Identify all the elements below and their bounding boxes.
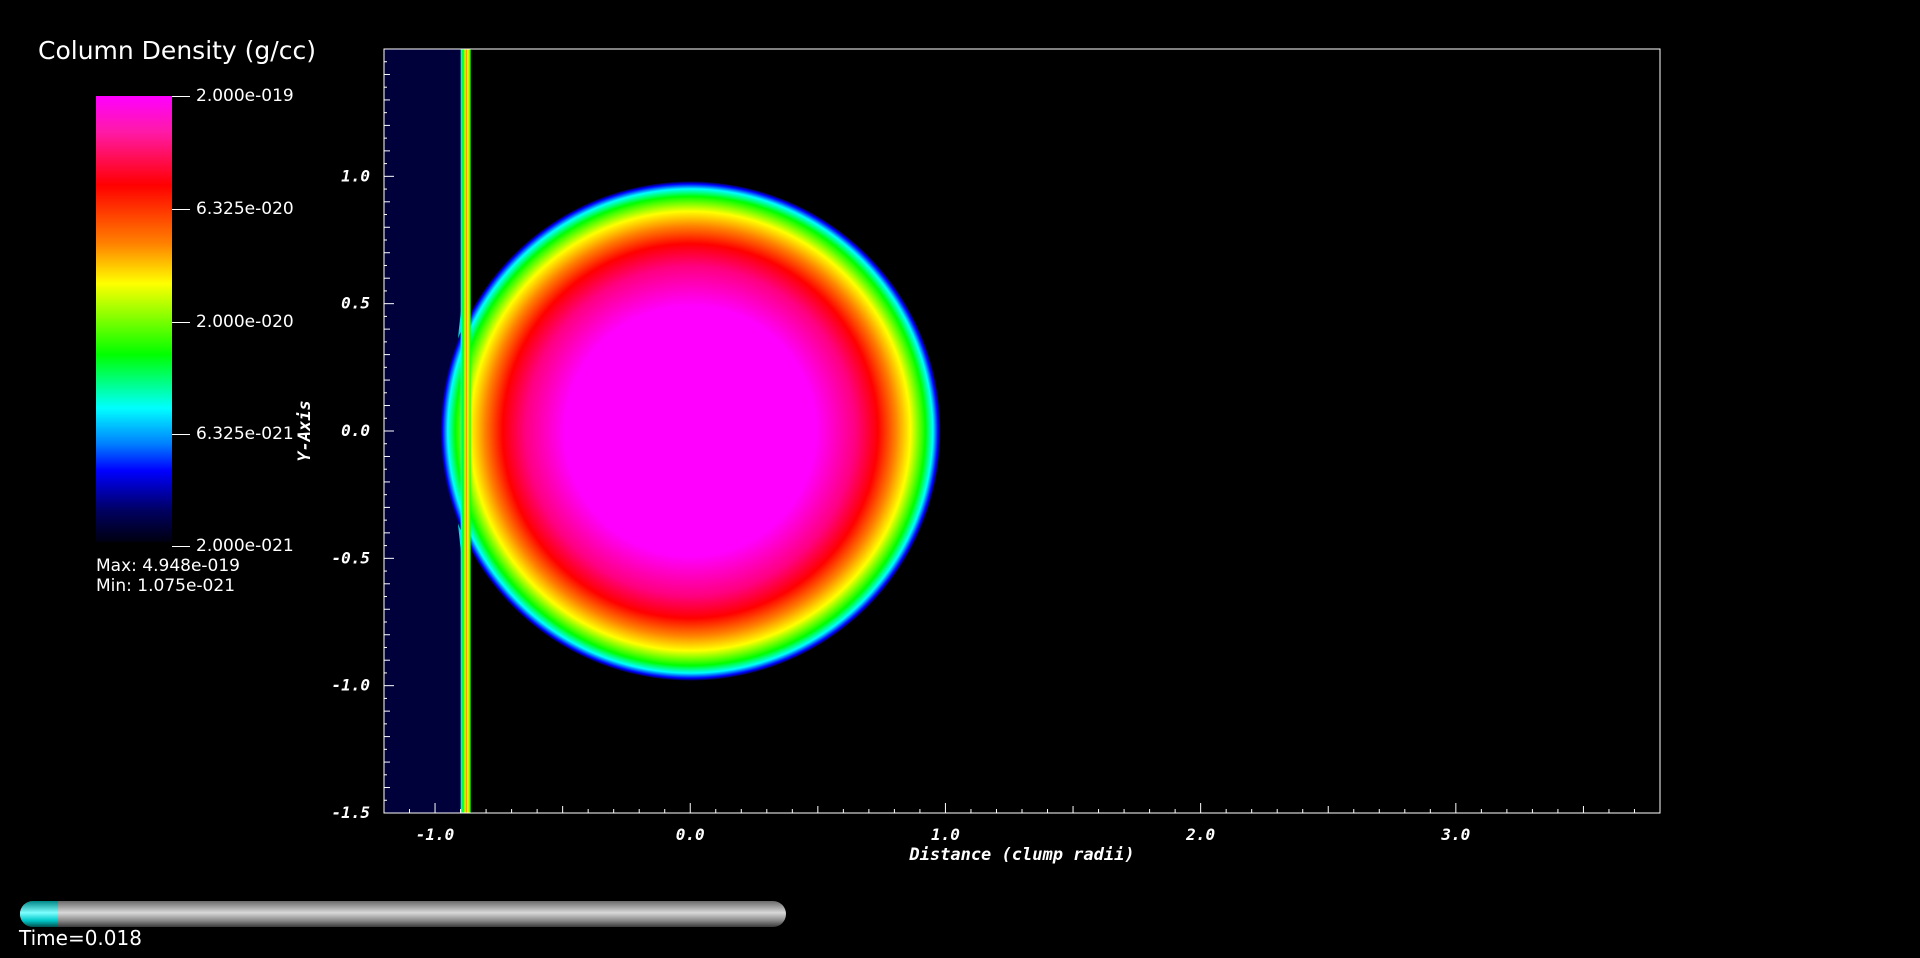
x-tick-label: 2.0 — [1185, 825, 1215, 844]
x-tick-label: 0.0 — [676, 825, 705, 844]
x-axis-label: Distance (clump radii) — [908, 845, 1134, 865]
y-tick-label: 0.0 — [341, 421, 370, 440]
y-tick-label: 1.0 — [341, 166, 370, 185]
x-tick-label: 1.0 — [931, 825, 960, 844]
y-axis-label: Y-Axis — [295, 400, 315, 461]
time-slider-fill — [20, 901, 59, 927]
plot-area: -1.0 0.0 1.0 2.0 3.0 1.0 0.5 0.0 -0.5 -1.0 -1.5 Di… — [295, 48, 1661, 865]
shock-front — [460, 49, 471, 813]
y-tick-label: 0.5 — [341, 294, 370, 313]
x-tick-label: -1.0 — [416, 825, 455, 844]
time-slider[interactable] — [20, 901, 786, 927]
x-tick-label: 3.0 — [1440, 825, 1470, 844]
y-tick-label: -1.0 — [331, 676, 370, 695]
time-label: Time=0.018 — [19, 926, 142, 950]
y-tick-label: -0.5 — [331, 548, 370, 567]
y-tick-label: -1.5 — [331, 803, 370, 822]
clump — [440, 181, 941, 681]
